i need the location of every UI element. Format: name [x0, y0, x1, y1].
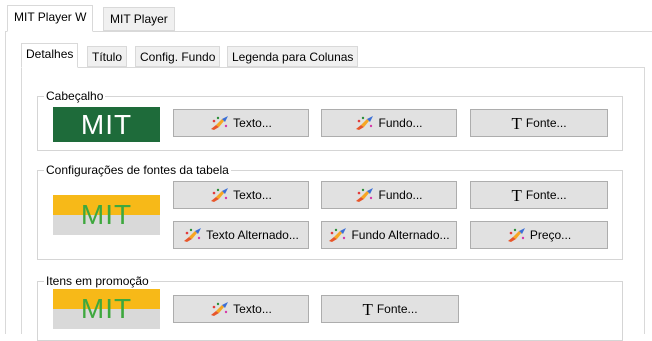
table-preview: MIT: [53, 195, 160, 235]
table-fonts-group-title: Configurações de fontes da tabela: [44, 163, 231, 178]
promo-fonte-label: Fonte...: [376, 302, 418, 316]
paint-brush-icon: [210, 301, 230, 317]
promo-preview-text: MIT: [80, 293, 133, 324]
promo-group-title: Itens em promoção: [44, 274, 151, 289]
paint-brush-icon: [183, 227, 203, 243]
font-icon: T: [362, 299, 373, 319]
paint-brush-icon: [355, 187, 375, 203]
header-fundo-label: Fundo...: [378, 116, 423, 130]
header-preview: MIT: [53, 107, 160, 142]
promo-texto-label: Texto...: [233, 302, 272, 316]
header-group-title: Cabeçalho: [44, 89, 106, 104]
tab-titulo[interactable]: Título: [87, 46, 128, 67]
tab-config-fundo[interactable]: Config. Fundo: [135, 46, 221, 67]
tab-mit-player-w[interactable]: MIT Player W: [7, 5, 94, 32]
tab-legenda-colunas[interactable]: Legenda para Colunas: [227, 46, 359, 67]
header-fundo-button[interactable]: Fundo...: [321, 109, 457, 137]
promo-preview: MIT: [53, 289, 160, 329]
table-preco-label: Preço...: [529, 228, 572, 242]
table-fonte-button[interactable]: T Fonte...: [470, 181, 608, 209]
promo-fonte-button[interactable]: T Fonte...: [321, 295, 459, 323]
table-fonte-label: Fonte...: [525, 188, 567, 202]
paint-brush-icon: [210, 187, 230, 203]
table-fundo-label: Fundo...: [378, 188, 423, 202]
header-texto-label: Texto...: [233, 116, 272, 130]
table-fundo-alternado-label: Fundo Alternado...: [351, 228, 450, 242]
table-preview-text: MIT: [80, 199, 133, 230]
header-texto-button[interactable]: Texto...: [173, 109, 309, 137]
paint-brush-icon: [355, 115, 375, 131]
paint-brush-icon: [210, 115, 230, 131]
table-preco-button[interactable]: Preço...: [470, 221, 608, 249]
font-icon: T: [511, 185, 522, 205]
header-fonte-button[interactable]: T Fonte...: [470, 109, 608, 137]
promo-texto-button[interactable]: Texto...: [173, 295, 309, 323]
header-preview-text: MIT: [80, 108, 133, 140]
table-fundo-button[interactable]: Fundo...: [321, 181, 457, 209]
tab-detalhes[interactable]: Detalhes: [21, 43, 79, 68]
table-texto-alternado-button[interactable]: Texto Alternado...: [173, 221, 309, 249]
header-fonte-label: Fonte...: [525, 116, 567, 130]
table-texto-alternado-label: Texto Alternado...: [206, 228, 299, 242]
tab-mit-player[interactable]: MIT Player: [103, 7, 175, 31]
paint-brush-icon: [507, 227, 527, 243]
paint-brush-icon: [328, 227, 348, 243]
table-texto-button[interactable]: Texto...: [173, 181, 309, 209]
table-texto-label: Texto...: [233, 188, 272, 202]
table-fundo-alternado-button[interactable]: Fundo Alternado...: [321, 221, 457, 249]
font-icon: T: [511, 113, 522, 133]
